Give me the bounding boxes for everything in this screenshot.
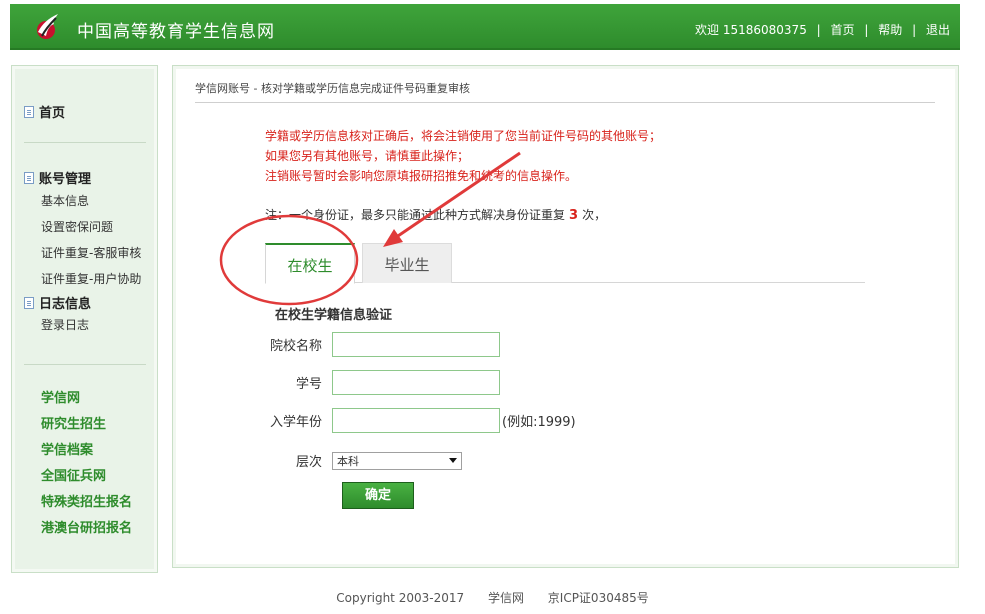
chevron-down-icon: [449, 458, 457, 463]
ext-link-chsi[interactable]: 学信网: [24, 386, 132, 412]
enrollment-year-row: 入学年份 (例如:1999): [255, 408, 576, 433]
school-label: 院校名称: [269, 339, 322, 354]
level-select[interactable]: 本科: [332, 451, 462, 470]
sidebar-home-section: 首页: [24, 102, 65, 121]
footer-copyright: Copyright 2003-2017: [336, 591, 465, 605]
tab-graduate[interactable]: 毕业生: [362, 243, 452, 283]
warning-line: 学籍或学历信息核对正确后，将会注销使用了您当前证件号码的其他账号；: [265, 129, 662, 143]
limit-note: 注：一个身份证，最多只能通过此种方式解决身份证重复 3 次，: [265, 206, 606, 223]
student-type-tabs: 在校生 毕业生: [265, 243, 865, 284]
ext-link-conscription[interactable]: 全国征兵网: [24, 464, 132, 490]
sidebar-logs-label: 日志信息: [39, 297, 92, 312]
sidebar-item-logs[interactable]: 日志信息: [24, 293, 141, 312]
breadcrumb: 学信网账号 - 核对学籍或学历信息完成证件号码重复审核: [195, 82, 470, 95]
sidebar-divider: [24, 364, 146, 365]
breadcrumb-divider: [195, 102, 935, 103]
welcome-text: 欢迎 15186080375: [695, 23, 807, 37]
footer: Copyright 2003-2017 学信网 京ICP证030485号: [0, 589, 985, 606]
ext-link-graduate-admission[interactable]: 研究生招生: [24, 412, 132, 438]
document-icon: [24, 296, 34, 309]
note-prefix: 注：一个身份证，最多只能通过此种方式解决身份证重复: [265, 208, 566, 222]
nav-help-link[interactable]: 帮助: [878, 21, 902, 38]
document-icon: [24, 171, 34, 184]
sidebar-item-basic-info[interactable]: 基本信息: [24, 188, 141, 214]
student-id-row: 学号: [255, 370, 500, 395]
school-row: 院校名称: [255, 332, 500, 357]
student-id-label: 学号: [295, 377, 322, 392]
ext-link-hk-macau-taiwan[interactable]: 港澳台研招报名: [24, 516, 132, 542]
note-count: 3: [569, 208, 579, 223]
sidebar-item-security-question[interactable]: 设置密保问题: [24, 214, 141, 240]
sidebar-external-links: 学信网 研究生招生 学信档案 全国征兵网 特殊类招生报名 港澳台研招报名: [24, 386, 132, 542]
ext-link-special-admission[interactable]: 特殊类招生报名: [24, 490, 132, 516]
sidebar: 首页 账号管理 基本信息 设置密保问题 证件重复-客服审核 证件重复-用户协助 …: [11, 65, 158, 573]
sidebar-account-label: 账号管理: [39, 172, 92, 187]
enrollment-year-hint: (例如:1999): [502, 415, 576, 430]
sidebar-divider: [24, 142, 146, 143]
student-id-input[interactable]: [332, 370, 500, 395]
header-user-nav: 欢迎 15186080375 | 首页 | 帮助 | 退出: [695, 21, 950, 38]
sidebar-item-account[interactable]: 账号管理: [24, 168, 141, 187]
top-header: 中国高等教育学生信息网 欢迎 15186080375 | 首页 | 帮助 | 退…: [10, 4, 960, 50]
nav-home-link[interactable]: 首页: [831, 21, 855, 38]
ext-link-student-archive[interactable]: 学信档案: [24, 438, 132, 464]
warning-line: 注销账号暂时会影响您原填报研招推免和统考的信息操作。: [265, 169, 578, 183]
sidebar-home-label: 首页: [39, 106, 66, 121]
enrollment-year-input[interactable]: [332, 408, 500, 433]
warning-block: 学籍或学历信息核对正确后，将会注销使用了您当前证件号码的其他账号； 如果您另有其…: [265, 126, 661, 186]
sidebar-account-section: 账号管理 基本信息 设置密保问题 证件重复-客服审核 证件重复-用户协助 日志信…: [24, 168, 141, 338]
enrollment-year-label: 入学年份: [269, 415, 322, 430]
warning-line: 如果您另有其他账号，请慎重此操作；: [265, 149, 470, 163]
sidebar-item-login-log[interactable]: 登录日志: [24, 312, 141, 338]
site-logo-icon[interactable]: [32, 10, 64, 42]
form-title: 在校生学籍信息验证: [275, 308, 393, 323]
level-label: 层次: [295, 455, 322, 470]
note-suffix: 次，: [582, 208, 607, 222]
footer-site-link[interactable]: 学信网: [488, 591, 524, 605]
site-title[interactable]: 中国高等教育学生信息网: [77, 17, 275, 42]
footer-icp[interactable]: 京ICP证030485号: [548, 591, 649, 605]
level-row: 层次 本科: [255, 451, 462, 470]
submit-button[interactable]: 确定: [342, 482, 414, 509]
sidebar-item-id-duplicate-service[interactable]: 证件重复-客服审核: [24, 240, 141, 266]
nav-separator: |: [816, 23, 821, 37]
level-selected-value: 本科: [337, 454, 359, 468]
nav-separator: |: [912, 23, 917, 37]
sidebar-item-id-duplicate-user[interactable]: 证件重复-用户协助: [24, 266, 141, 292]
main-panel: 学信网账号 - 核对学籍或学历信息完成证件号码重复审核 学籍或学历信息核对正确后…: [172, 65, 959, 568]
nav-separator: |: [864, 23, 869, 37]
nav-logout-link[interactable]: 退出: [926, 21, 950, 38]
tab-current-student[interactable]: 在校生: [265, 243, 355, 284]
sidebar-item-home[interactable]: 首页: [24, 102, 65, 121]
document-icon: [24, 105, 34, 118]
school-name-input[interactable]: [332, 332, 500, 357]
